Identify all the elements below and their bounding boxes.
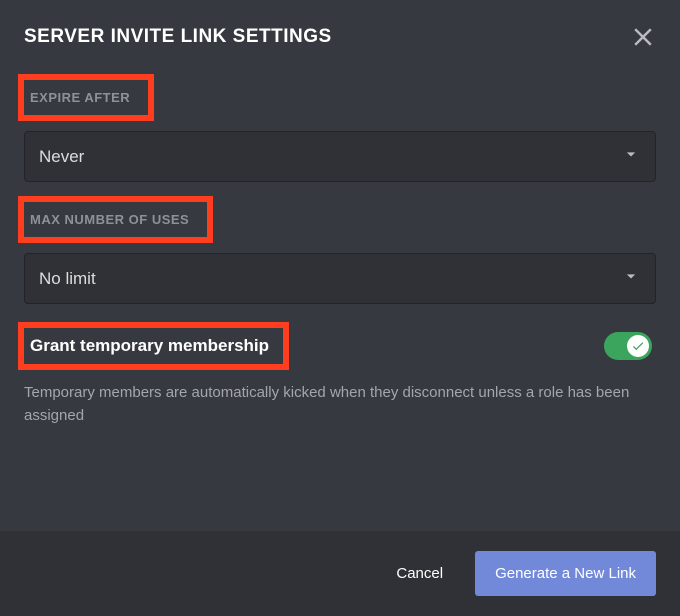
temp-membership-help: Temporary members are automatically kick… (24, 382, 656, 427)
expire-label: EXPIRE AFTER (30, 86, 138, 109)
expire-section: EXPIRE AFTER Never (24, 74, 656, 182)
highlight-box: EXPIRE AFTER (18, 74, 154, 121)
max-uses-label: MAX NUMBER OF USES (30, 208, 197, 231)
modal-footer: Cancel Generate a New Link (0, 531, 680, 616)
modal-content: EXPIRE AFTER Never MAX NUMBER OF USES No… (0, 74, 680, 427)
max-uses-value: No limit (39, 269, 96, 289)
max-uses-select[interactable]: No limit (24, 253, 656, 304)
expire-value: Never (39, 147, 84, 167)
chevron-down-icon (621, 266, 641, 291)
expire-select[interactable]: Never (24, 131, 656, 182)
highlight-box: MAX NUMBER OF USES (18, 196, 213, 243)
modal-title: SERVER INVITE LINK SETTINGS (24, 26, 332, 48)
max-uses-section: MAX NUMBER OF USES No limit (24, 196, 656, 304)
toggle-row: Grant temporary membership (24, 322, 656, 370)
modal-header: SERVER INVITE LINK SETTINGS (0, 0, 680, 50)
close-icon[interactable] (630, 24, 656, 50)
temp-membership-toggle[interactable] (604, 332, 652, 360)
temp-membership-section: Grant temporary membership Temporary mem… (24, 322, 656, 427)
generate-link-button[interactable]: Generate a New Link (475, 551, 656, 596)
chevron-down-icon (621, 144, 641, 169)
toggle-knob (627, 335, 649, 357)
cancel-button[interactable]: Cancel (388, 555, 451, 592)
highlight-box: Grant temporary membership (18, 322, 289, 370)
temp-membership-label: Grant temporary membership (30, 336, 269, 355)
